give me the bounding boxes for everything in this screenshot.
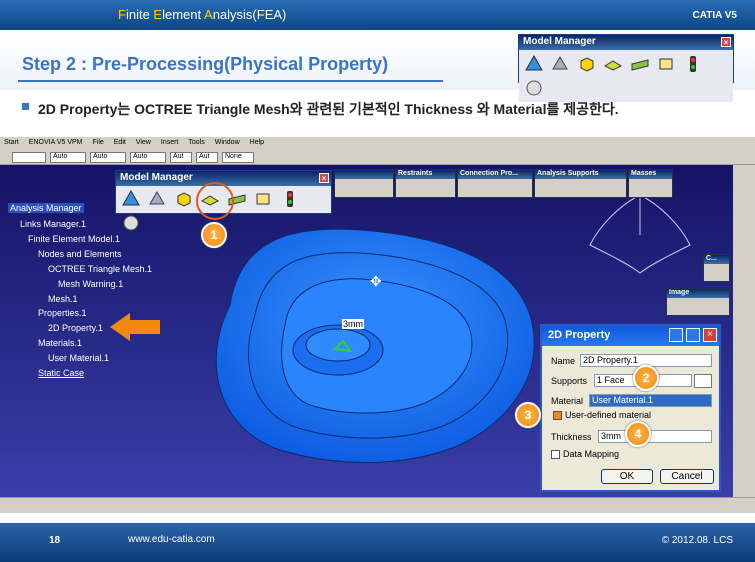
- tetra-mesh-icon[interactable]: [121, 189, 141, 209]
- brand-label: CATIA V5: [692, 10, 737, 21]
- layer-select[interactable]: None: [222, 152, 254, 163]
- model-manager-toolbar-callout: Model Manager ×: [518, 34, 734, 102]
- 2d-property-dialog: 2D Property × Name 2D Property.1 Support…: [540, 324, 721, 492]
- highlight-ring: [196, 182, 234, 220]
- toolbar-image: Image: [666, 288, 730, 316]
- callout-4: 4: [625, 421, 651, 447]
- thickness-annotation: 3mm: [342, 319, 364, 329]
- menu-start[interactable]: Start: [4, 139, 19, 146]
- material-icon[interactable]: [656, 54, 676, 74]
- supports-select-icon[interactable]: [694, 374, 712, 388]
- step-underline: [18, 80, 443, 82]
- step-description: 2D Property는 OCTREE Triangle Mesh와 관련된 기…: [38, 101, 619, 117]
- menu-edit[interactable]: Edit: [114, 139, 126, 146]
- tree-item-mesh[interactable]: Mesh.1: [48, 294, 78, 304]
- slide-footer: 18 www.edu-catia.com © 2012.08. LCS: [0, 523, 755, 562]
- tree-item-octree-mesh[interactable]: OCTREE Triangle Mesh.1: [48, 264, 152, 274]
- sphere-icon[interactable]: [121, 213, 141, 233]
- close-icon[interactable]: ×: [721, 37, 731, 47]
- traffic-light-icon[interactable]: [683, 54, 703, 74]
- sphere-icon[interactable]: [524, 78, 544, 98]
- tree-item-user-material[interactable]: User Material.1: [48, 353, 109, 363]
- close-icon[interactable]: ×: [319, 173, 329, 183]
- toolbar-c: C...: [703, 254, 730, 282]
- toolbar-masses: Masses: [628, 169, 673, 198]
- step-title: Step 2 : Pre-Processing(Physical Propert…: [22, 54, 389, 74]
- tree-item-nodes-elements[interactable]: Nodes and Elements: [38, 249, 122, 259]
- material-icon[interactable]: [253, 189, 273, 209]
- menu-view[interactable]: View: [136, 139, 151, 146]
- bullet-icon: [22, 103, 29, 110]
- callout-2: 2: [633, 365, 659, 391]
- menu-bar: Start ENOVIA V5 VPM File Edit View Insert Tool…: [0, 137, 755, 149]
- color-select[interactable]: [12, 152, 46, 163]
- model-manager-title-2: Model Manager: [120, 172, 193, 183]
- tree-item-fem[interactable]: Finite Element Model.1: [28, 234, 120, 244]
- user-defined-label: User-defined material: [565, 410, 652, 420]
- callout-1: 1: [201, 222, 227, 248]
- menu-help[interactable]: Help: [250, 139, 264, 146]
- tree-item-links-manager[interactable]: Links Manager.1: [20, 219, 86, 229]
- toolbar-unnamed: [334, 169, 394, 198]
- menu-tools[interactable]: Tools: [188, 139, 204, 146]
- slide-header: Finite Element Analysis(FEA) CATIA V5: [0, 0, 755, 30]
- tree-item-analysis-manager[interactable]: Analysis Manager: [8, 203, 84, 213]
- minimize-icon[interactable]: [669, 328, 683, 342]
- solid-property-icon[interactable]: [577, 54, 597, 74]
- traffic-light-icon[interactable]: [280, 189, 300, 209]
- toolbar-restraints: Restraints: [395, 169, 456, 198]
- tree-item-materials[interactable]: Materials.1: [38, 338, 82, 348]
- toolbar-analysis-supports: Analysis Supports: [534, 169, 627, 198]
- ok-button[interactable]: OK: [601, 469, 653, 484]
- solid-property-icon[interactable]: [174, 189, 194, 209]
- data-mapping-checkbox[interactable]: [551, 450, 560, 459]
- tetra-mesh-icon[interactable]: [524, 54, 544, 74]
- menu-insert[interactable]: Insert: [161, 139, 179, 146]
- linetype-select[interactable]: Auto: [130, 152, 166, 163]
- supports-label: Supports: [551, 376, 588, 386]
- copyright: © 2012.08. LCS: [661, 535, 733, 546]
- material-field[interactable]: User Material.1: [589, 394, 712, 407]
- layer-select-a[interactable]: Aut: [196, 152, 218, 163]
- transparency-select[interactable]: Auto: [50, 152, 86, 163]
- tree-item-2d-property[interactable]: 2D Property.1: [48, 323, 103, 333]
- site-url: www.edu-catia.com: [128, 534, 215, 545]
- move-cursor-icon: ✥: [370, 273, 382, 289]
- menu-enovia[interactable]: ENOVIA V5 VPM: [29, 139, 83, 146]
- page-number: 18: [49, 535, 61, 546]
- data-mapping-label: Data Mapping: [563, 449, 620, 459]
- user-defined-checkbox[interactable]: [553, 411, 562, 420]
- tree-item-properties[interactable]: Properties.1: [38, 308, 87, 318]
- beam-property-icon[interactable]: [630, 54, 650, 74]
- thickness-label: Thickness: [551, 432, 592, 442]
- model-manager-title: Model Manager: [523, 36, 596, 47]
- bottom-toolbar: [0, 497, 755, 513]
- mesh-icon[interactable]: [550, 54, 570, 74]
- point-type-select[interactable]: Aut: [170, 152, 192, 163]
- menu-window[interactable]: Window: [215, 139, 240, 146]
- shell-property-icon[interactable]: [603, 54, 623, 74]
- tree-item-mesh-warning[interactable]: Mesh Warning.1: [58, 279, 123, 289]
- callout-3: 3: [515, 402, 541, 428]
- tree-item-static-case[interactable]: Static Case: [38, 368, 84, 378]
- right-toolbar: [733, 165, 755, 497]
- toolbar-connection-properties: Connection Pro...: [457, 169, 533, 198]
- maximize-icon[interactable]: [686, 328, 700, 342]
- mesh-icon[interactable]: [147, 189, 167, 209]
- slide-header-title: Finite Element Analysis(FEA): [118, 7, 287, 22]
- cancel-button[interactable]: Cancel: [660, 469, 714, 484]
- name-label: Name: [551, 356, 576, 366]
- line-thickness-select[interactable]: Auto: [90, 152, 126, 163]
- thickness-input[interactable]: 3mm: [598, 430, 712, 443]
- arrow-pointer-icon: [110, 313, 160, 341]
- menu-file[interactable]: File: [92, 139, 103, 146]
- material-label: Material: [551, 396, 584, 406]
- close-icon[interactable]: ×: [703, 328, 717, 342]
